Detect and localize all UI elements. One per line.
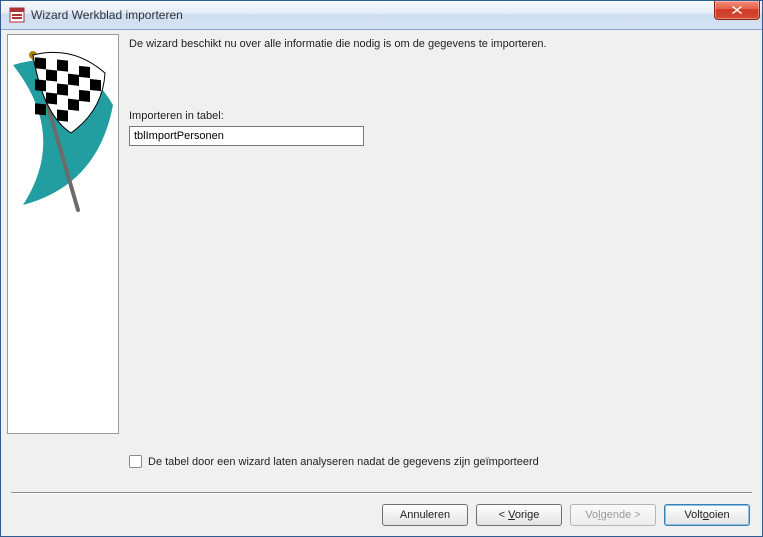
window-title: Wizard Werkblad importeren <box>31 8 183 22</box>
finish-label: Voltooien <box>684 509 729 521</box>
client-area: De wizard beschikt nu over alle informat… <box>1 30 762 536</box>
separator <box>11 492 752 494</box>
table-name-label: Importeren in tabel: <box>129 110 756 122</box>
back-button[interactable]: < Vorige <box>476 504 562 526</box>
button-row: Annuleren < Vorige Volgende > Voltooien <box>7 504 756 528</box>
right-pane: De wizard beschikt nu over alle informat… <box>129 34 756 488</box>
close-icon <box>732 6 742 14</box>
analyze-option[interactable]: De tabel door een wizard laten analysere… <box>129 455 756 468</box>
finish-button[interactable]: Voltooien <box>664 504 750 526</box>
wizard-finish-image <box>7 34 119 434</box>
app-icon <box>9 7 25 23</box>
spacer <box>129 146 756 425</box>
close-button[interactable] <box>714 1 760 20</box>
window-buttons <box>714 1 760 20</box>
back-label: < Vorige <box>499 509 540 521</box>
content-row: De wizard beschikt nu over alle informat… <box>7 34 756 488</box>
cancel-button[interactable]: Annuleren <box>382 504 468 526</box>
wizard-window: Wizard Werkblad importeren <box>0 0 763 537</box>
intro-text: De wizard beschikt nu over alle informat… <box>129 38 756 50</box>
next-label: Volgende > <box>585 509 640 521</box>
titlebar: Wizard Werkblad importeren <box>1 1 762 30</box>
cancel-label: Annuleren <box>400 509 450 521</box>
checkbox-icon[interactable] <box>129 455 142 468</box>
table-name-input[interactable] <box>129 126 364 146</box>
next-button: Volgende > <box>570 504 656 526</box>
analyze-label: De tabel door een wizard laten analysere… <box>148 456 539 468</box>
